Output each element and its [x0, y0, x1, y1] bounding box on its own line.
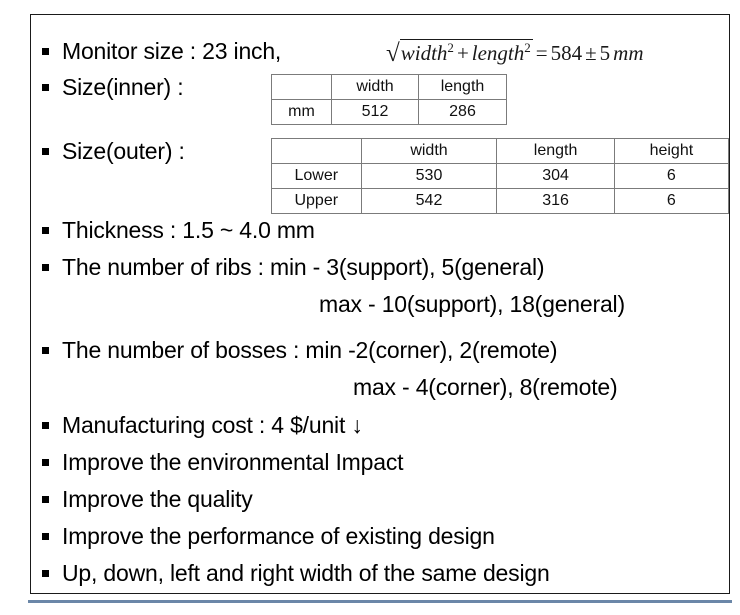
size-outer-table: width length height Lower 530 304 6 Uppe…	[271, 138, 730, 214]
bullet-label-improve-environmental: Improve the environmental Impact	[62, 449, 404, 475]
square-root-group: √width2 + length2	[386, 37, 533, 67]
table-header-cell-width: width	[331, 74, 419, 100]
bullet-square-icon	[42, 347, 49, 354]
formula-plus-operator: +	[456, 41, 469, 65]
bullet-label-bosses-max: max - 4(corner), 8(remote)	[353, 374, 618, 400]
slide-page: { "slide": { "accent_color": "#6b87a8", …	[0, 0, 740, 615]
bullet-square-icon	[42, 264, 49, 271]
bullet-item-improve-quality: Improve the quality	[42, 485, 253, 514]
table-cell-length-value: 286	[418, 99, 507, 125]
size-inner-table: width length mm 512 286	[271, 74, 507, 125]
bullet-square-icon	[42, 48, 49, 55]
table-cell-lower-length: 304	[496, 163, 615, 189]
bullet-square-icon	[42, 533, 49, 540]
table-cell-unit: mm	[271, 99, 332, 125]
table-row: mm 512 286	[271, 99, 507, 125]
bullet-label-monitor-size: Monitor size : 23 inch,	[62, 38, 282, 64]
bullet-square-icon	[42, 84, 49, 91]
formula-term1-exponent: 2	[447, 40, 454, 55]
bullet-item-same-design-width: Up, down, left and right width of the sa…	[42, 559, 550, 588]
bullet-label-improve-performance: Improve the performance of existing desi…	[62, 523, 495, 549]
bullet-item-improve-performance: Improve the performance of existing desi…	[42, 522, 495, 551]
bullet-label-size-inner: Size(inner) :	[62, 74, 184, 100]
formula-equals-operator: =	[535, 41, 548, 65]
table-header-cell-height: height	[613, 138, 730, 164]
bullet-item-thickness: Thickness : 1.5 ~ 4.0 mm	[42, 216, 315, 245]
formula-tolerance: 5	[599, 41, 611, 65]
bullet-label-ribs-max: max - 10(support), 18(general)	[319, 291, 625, 317]
bullet-item-bosses-min: The number of bosses : min -2(corner), 2…	[42, 336, 558, 365]
radical-icon: √	[386, 40, 400, 67]
bullet-item-ribs-min: The number of ribs : min - 3(support), 5…	[42, 253, 545, 282]
table-row: Upper 542 316 6	[271, 188, 730, 214]
table-header-row: width length height	[271, 138, 730, 164]
bullet-item-size-inner: Size(inner) :	[42, 73, 184, 102]
bullet-item-manufacturing-cost: Manufacturing cost : 4 $/unit ↓	[42, 411, 363, 440]
bullet-square-icon	[42, 227, 49, 234]
table-cell-lower-width: 530	[360, 163, 498, 189]
bullet-label-thickness: Thickness : 1.5 ~ 4.0 mm	[62, 217, 315, 243]
slide-frame: Monitor size : 23 inch, Size(inner) : Si…	[30, 14, 730, 594]
table-cell-width-value: 512	[331, 99, 419, 125]
bullet-square-icon	[42, 459, 49, 466]
radicand: width2 + length2	[399, 39, 533, 66]
bullet-label-same-design-width: Up, down, left and right width of the sa…	[62, 560, 550, 586]
table-header-cell-width: width	[360, 138, 498, 164]
bullet-square-icon	[42, 496, 49, 503]
table-header-cell-length: length	[418, 74, 507, 100]
table-cell-row-label-lower: Lower	[271, 163, 362, 189]
bullet-item-improve-environmental: Improve the environmental Impact	[42, 448, 404, 477]
bullet-square-icon	[42, 570, 49, 577]
table-cell-row-label-upper: Upper	[271, 188, 362, 214]
table-header-cell-length: length	[496, 138, 615, 164]
formula-unit: mm	[613, 41, 644, 65]
bullet-item-monitor-size: Monitor size : 23 inch,	[42, 37, 281, 66]
table-header-cell-blank	[271, 138, 362, 164]
bullet-item-size-outer: Size(outer) :	[42, 137, 185, 166]
bullet-label-size-outer: Size(outer) :	[62, 138, 185, 164]
bullet-square-icon	[42, 148, 49, 155]
formula-plusminus-operator: ±	[585, 41, 597, 65]
formula-value: 584	[550, 41, 583, 65]
bullet-label-ribs-min: The number of ribs : min - 3(support), 5…	[62, 254, 545, 280]
footer-accent-rule	[28, 600, 732, 603]
formula-term2-base: length	[471, 41, 525, 65]
table-header-row: width length	[271, 74, 507, 100]
table-cell-upper-length: 316	[496, 188, 615, 214]
table-header-cell-blank	[271, 74, 332, 100]
table-cell-lower-height: 6	[613, 163, 730, 189]
table-cell-upper-width: 542	[360, 188, 498, 214]
diagonal-size-formula: √width2 + length2 = 584 ±5 mm	[386, 37, 644, 67]
table-cell-upper-height: 6	[613, 188, 730, 214]
bullet-square-icon	[42, 422, 49, 429]
bullet-label-improve-quality: Improve the quality	[62, 486, 253, 512]
formula-term1-base: width	[400, 41, 448, 65]
table-row: Lower 530 304 6	[271, 163, 730, 189]
formula-term2-exponent: 2	[524, 40, 531, 55]
bullet-label-bosses-min: The number of bosses : min -2(corner), 2…	[62, 337, 558, 363]
bullet-label-manufacturing-cost: Manufacturing cost : 4 $/unit ↓	[62, 412, 363, 438]
